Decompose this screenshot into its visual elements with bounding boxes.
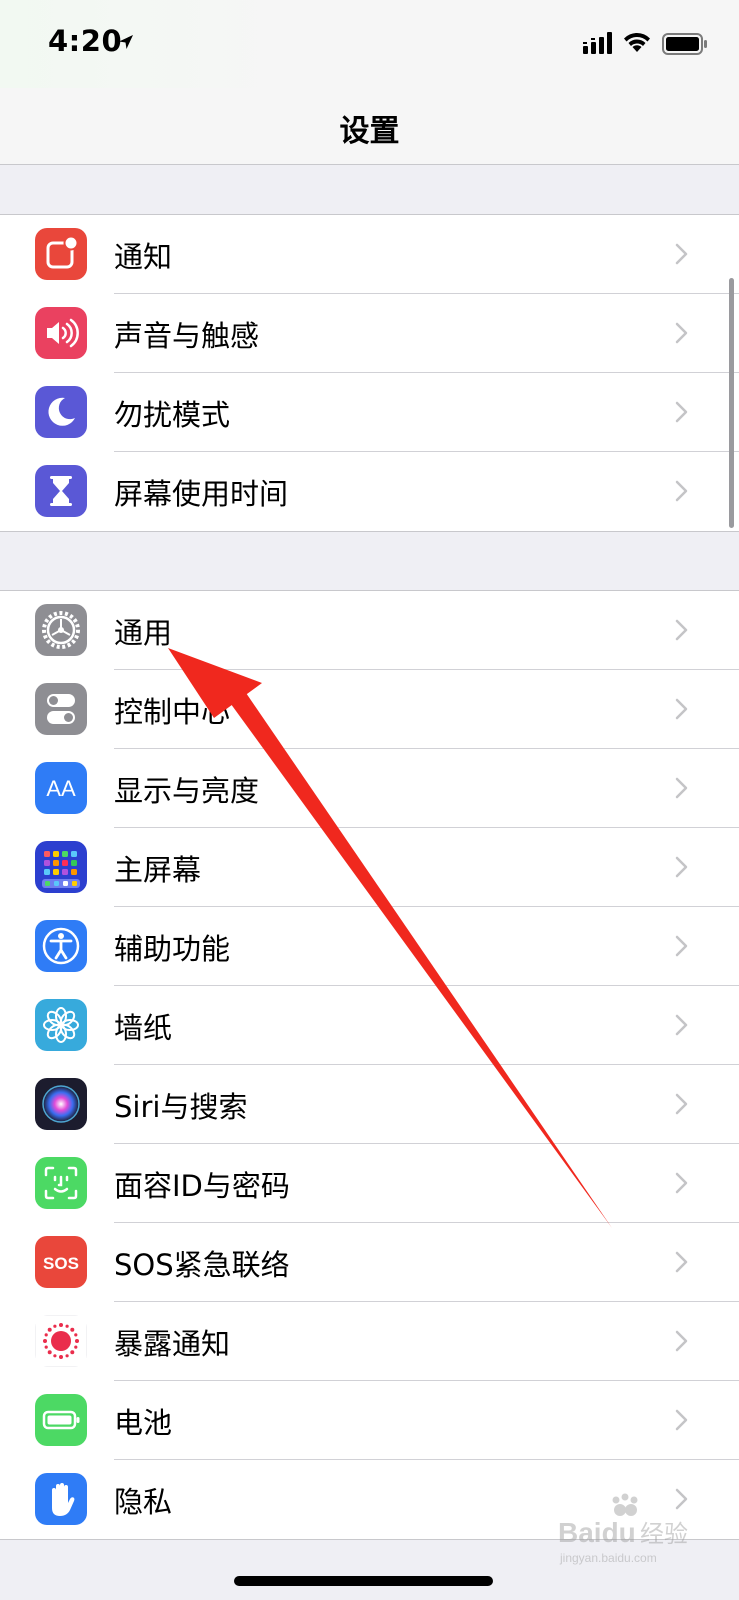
row-label: 屏幕使用时间 <box>114 477 289 511</box>
screen-time-icon <box>35 465 87 517</box>
general-gear-icon <box>35 604 87 656</box>
settings-row-face-id[interactable]: 面容ID与密码 <box>0 1144 739 1223</box>
battery-settings-icon <box>35 1394 87 1446</box>
svg-text:jingyan.baidu.com: jingyan.baidu.com <box>559 1551 657 1565</box>
settings-row-battery[interactable]: 电池 <box>0 1381 739 1460</box>
sounds-icon <box>35 307 87 359</box>
row-label: 暴露通知 <box>114 1327 231 1361</box>
svg-text:Baidu: Baidu <box>558 1517 636 1548</box>
settings-row-control-center[interactable]: 控制中心 <box>0 670 739 749</box>
settings-row-screen-time[interactable]: 屏幕使用时间 <box>0 452 739 531</box>
siri-icon <box>35 1078 87 1130</box>
chevron-right-icon <box>675 322 689 348</box>
chevron-right-icon <box>675 480 689 506</box>
navigation-bar: 设置 <box>0 88 739 165</box>
chevron-right-icon <box>675 401 689 427</box>
wallpaper-icon <box>35 999 87 1051</box>
row-label: 勿扰模式 <box>114 398 231 432</box>
sos-icon: SOS <box>35 1236 87 1288</box>
chevron-right-icon <box>675 1014 689 1040</box>
baidu-watermark: Baidu 经验 jingyan.baidu.com <box>558 1493 688 1565</box>
wifi-icon <box>622 30 652 58</box>
home-indicator[interactable] <box>234 1576 493 1586</box>
settings-row-sounds[interactable]: 声音与触感 <box>0 294 739 373</box>
settings-screen: 4:20 设置 通知 声音与触感 勿扰模式 屏幕使用时间 通用 控制中心 AA … <box>0 0 739 1600</box>
chevron-right-icon <box>675 1093 689 1119</box>
row-label: 通用 <box>114 616 173 650</box>
status-time: 4:20 <box>48 24 123 58</box>
svg-text:经验: 经验 <box>640 1520 688 1548</box>
chevron-right-icon <box>675 1251 689 1277</box>
location-arrow-icon <box>118 34 134 54</box>
settings-group-2: 通用 控制中心 AA 显示与亮度 主屏幕 辅助功能 墙纸 Siri与搜索 面容I… <box>0 590 739 1540</box>
privacy-hand-icon <box>35 1473 87 1525</box>
accessibility-icon <box>35 920 87 972</box>
chevron-right-icon <box>675 698 689 724</box>
chevron-right-icon <box>675 619 689 645</box>
do-not-disturb-icon <box>35 386 87 438</box>
settings-row-sos[interactable]: SOS SOS紧急联络 <box>0 1223 739 1302</box>
row-label: 显示与亮度 <box>114 774 260 808</box>
row-label: 通知 <box>114 240 173 274</box>
chevron-right-icon <box>675 1409 689 1435</box>
svg-text:SOS: SOS <box>43 1254 79 1273</box>
row-label: 墙纸 <box>114 1011 173 1045</box>
row-label: 辅助功能 <box>114 932 231 966</box>
row-label: 声音与触感 <box>114 319 260 353</box>
page-title: 设置 <box>339 114 400 149</box>
settings-row-wallpaper[interactable]: 墙纸 <box>0 986 739 1065</box>
settings-group-1: 通知 声音与触感 勿扰模式 屏幕使用时间 <box>0 214 739 532</box>
settings-row-home-screen[interactable]: 主屏幕 <box>0 828 739 907</box>
settings-row-general[interactable]: 通用 <box>0 591 739 670</box>
control-center-icon <box>35 683 87 735</box>
cellular-signal-icon <box>583 32 613 58</box>
settings-row-do-not-disturb[interactable]: 勿扰模式 <box>0 373 739 452</box>
display-brightness-icon: AA <box>35 762 87 814</box>
status-bar: 4:20 <box>0 0 739 88</box>
settings-row-display[interactable]: AA 显示与亮度 <box>0 749 739 828</box>
chevron-right-icon <box>675 777 689 803</box>
exposure-notification-icon <box>35 1315 87 1367</box>
battery-icon <box>662 33 708 59</box>
row-label: 电池 <box>114 1406 173 1440</box>
svg-text:AA: AA <box>46 776 76 801</box>
row-label: 面容ID与密码 <box>114 1169 290 1203</box>
settings-row-siri[interactable]: Siri与搜索 <box>0 1065 739 1144</box>
home-screen-icon <box>35 841 87 893</box>
face-id-icon <box>35 1157 87 1209</box>
row-label: 控制中心 <box>114 695 231 729</box>
chevron-right-icon <box>675 1172 689 1198</box>
row-label: 主屏幕 <box>114 853 202 887</box>
chevron-right-icon <box>675 1330 689 1356</box>
settings-row-notifications[interactable]: 通知 <box>0 215 739 294</box>
scroll-indicator[interactable] <box>729 278 734 528</box>
chevron-right-icon <box>675 935 689 961</box>
row-label: 隐私 <box>114 1485 173 1519</box>
settings-row-exposure[interactable]: 暴露通知 <box>0 1302 739 1381</box>
settings-row-accessibility[interactable]: 辅助功能 <box>0 907 739 986</box>
chevron-right-icon <box>675 243 689 269</box>
row-label: Siri与搜索 <box>114 1090 248 1124</box>
row-label: SOS紧急联络 <box>114 1248 290 1282</box>
chevron-right-icon <box>675 856 689 882</box>
notifications-icon <box>35 228 87 280</box>
